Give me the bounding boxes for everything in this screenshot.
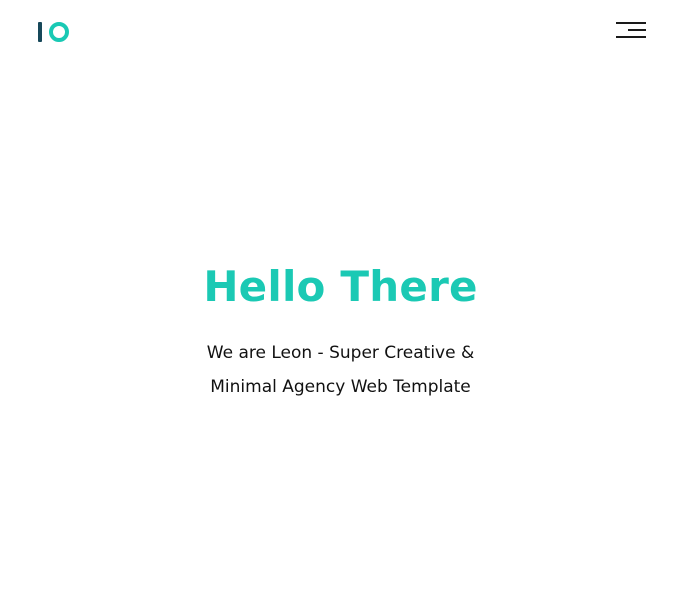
logo-bar-mark	[38, 22, 42, 42]
hero-section: Hello There We are Leon - Super Creative…	[0, 254, 681, 404]
hero-subtitle-line-1: We are Leon - Super Creative &	[206, 343, 475, 363]
menu-line-top	[616, 22, 646, 24]
menu-line-middle	[628, 29, 646, 31]
hero-subtitle-line-2: Minimal Agency Web Template	[210, 377, 471, 397]
menu-line-bottom	[616, 36, 646, 38]
logo-ring-mark	[49, 22, 69, 42]
site-logo[interactable]	[37, 20, 73, 44]
site-header	[0, 0, 681, 64]
hamburger-menu-icon[interactable]	[614, 19, 648, 41]
hero-subtitle: We are Leon - Super Creative & Minimal A…	[181, 336, 501, 404]
hero-title: Hello There	[203, 262, 478, 311]
